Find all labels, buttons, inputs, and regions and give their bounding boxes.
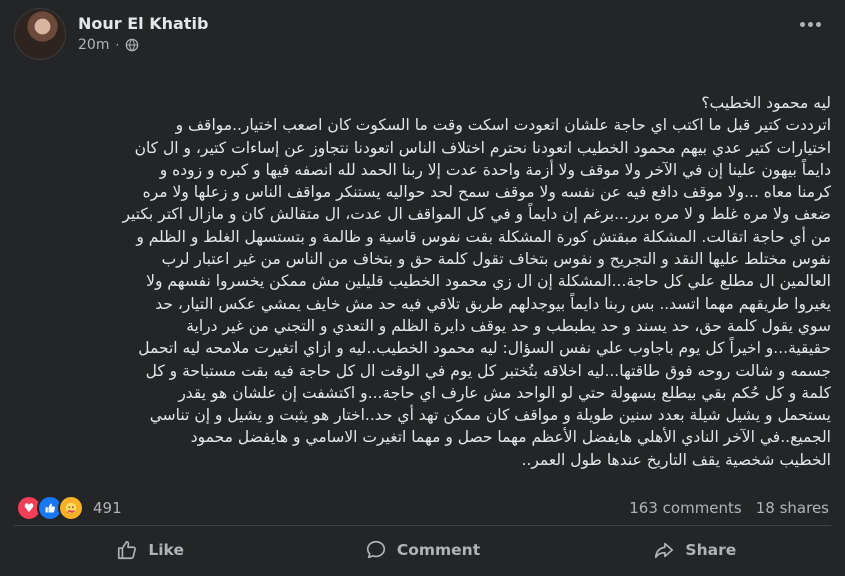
comment-label: Comment — [396, 541, 481, 559]
comment-button[interactable]: Comment — [286, 527, 558, 573]
share-label: Share — [685, 541, 737, 559]
share-button[interactable]: Share — [559, 527, 831, 573]
post-text: ليه محمود الخطيب؟ اترددت كتير قبل ما اكت… — [14, 92, 831, 471]
share-icon — [655, 542, 674, 559]
reactions-summary[interactable]: ♥ 491 — [16, 495, 122, 521]
care-reaction-icon — [58, 495, 84, 521]
meta-separator: · — [115, 38, 120, 52]
post-line: يغيروا طريقهم مهما اتسد.. بس ربنا دايماً… — [155, 294, 831, 313]
post-line: يستحمل و يشيل شيلة بعدد سنين طويلة و موا… — [149, 406, 831, 425]
post-line: من أي حاجة اتقالت. المشكلة مبقتش كورة ال… — [136, 227, 831, 246]
post-line: دايماً بيهون علينا إن في الآخر ولا موقف … — [159, 160, 831, 179]
post-line: اختيارات كتير عدي بيهم محمود الخطيب اتعو… — [134, 138, 831, 157]
post-line: حقيقية...و اخيراً كل يوم باجاوب علي نفس … — [138, 339, 831, 358]
shares-count[interactable]: 18 shares — [756, 499, 829, 517]
post-line: سوي يقول كلمة حق، حد يسند و حد يطبطب و ح… — [186, 316, 831, 335]
post-line: كرمنا معاه ...ولا موقف دافع فيه عن نفسه … — [142, 183, 831, 202]
post-time[interactable]: 20m — [78, 35, 109, 55]
engagement-counts: 163 comments 18 shares — [629, 499, 829, 517]
post-line: اترددت كتير قبل ما اكتب اي حاجة علشان ات… — [175, 116, 831, 135]
post-stats: ♥ 491 163 comments 18 shares — [16, 494, 829, 522]
reaction-count[interactable]: 491 — [93, 499, 122, 517]
thumbs-up-icon — [118, 540, 137, 560]
more-options-icon[interactable] — [795, 14, 825, 34]
author-meta: Nour El Khatib 20m · — [78, 13, 208, 55]
post-line: الخطيب شخصية يقف التاريخ عندها طول العمر… — [521, 450, 831, 469]
post-actions: Like Comment Share — [14, 527, 831, 573]
post-header: Nour El Khatib 20m · — [14, 8, 208, 60]
comment-icon — [366, 540, 385, 559]
post-line: العالمين ال مطلع علي كل حاجة...المشكلة إ… — [146, 272, 831, 291]
author-name[interactable]: Nour El Khatib — [78, 13, 208, 35]
comments-count[interactable]: 163 comments — [629, 499, 741, 517]
post-line: جسمه و شالت روحه فوق طاقتها...ليه اخلاقه… — [145, 361, 831, 380]
author-avatar[interactable] — [14, 8, 66, 60]
post-meta: 20m · — [78, 35, 208, 55]
post-line: ليه محمود الخطيب؟ — [701, 94, 831, 112]
like-label: Like — [148, 541, 184, 559]
post-line: ضعف ولا مره غلط و لا مره برر...برغم إن د… — [122, 205, 831, 224]
globe-icon[interactable] — [125, 38, 139, 52]
post-line: كلمة و كل حُكم بقي بيطلع بسهولة حتي لو ا… — [178, 383, 831, 402]
post-line: نفوس مختلط عليها النقد و التجريح و نفوس … — [161, 250, 831, 269]
post-line: الجميع..في الآخر النادي الأهلي هايفضل ال… — [190, 428, 831, 447]
action-divider — [14, 525, 831, 526]
like-button[interactable]: Like — [14, 527, 286, 573]
